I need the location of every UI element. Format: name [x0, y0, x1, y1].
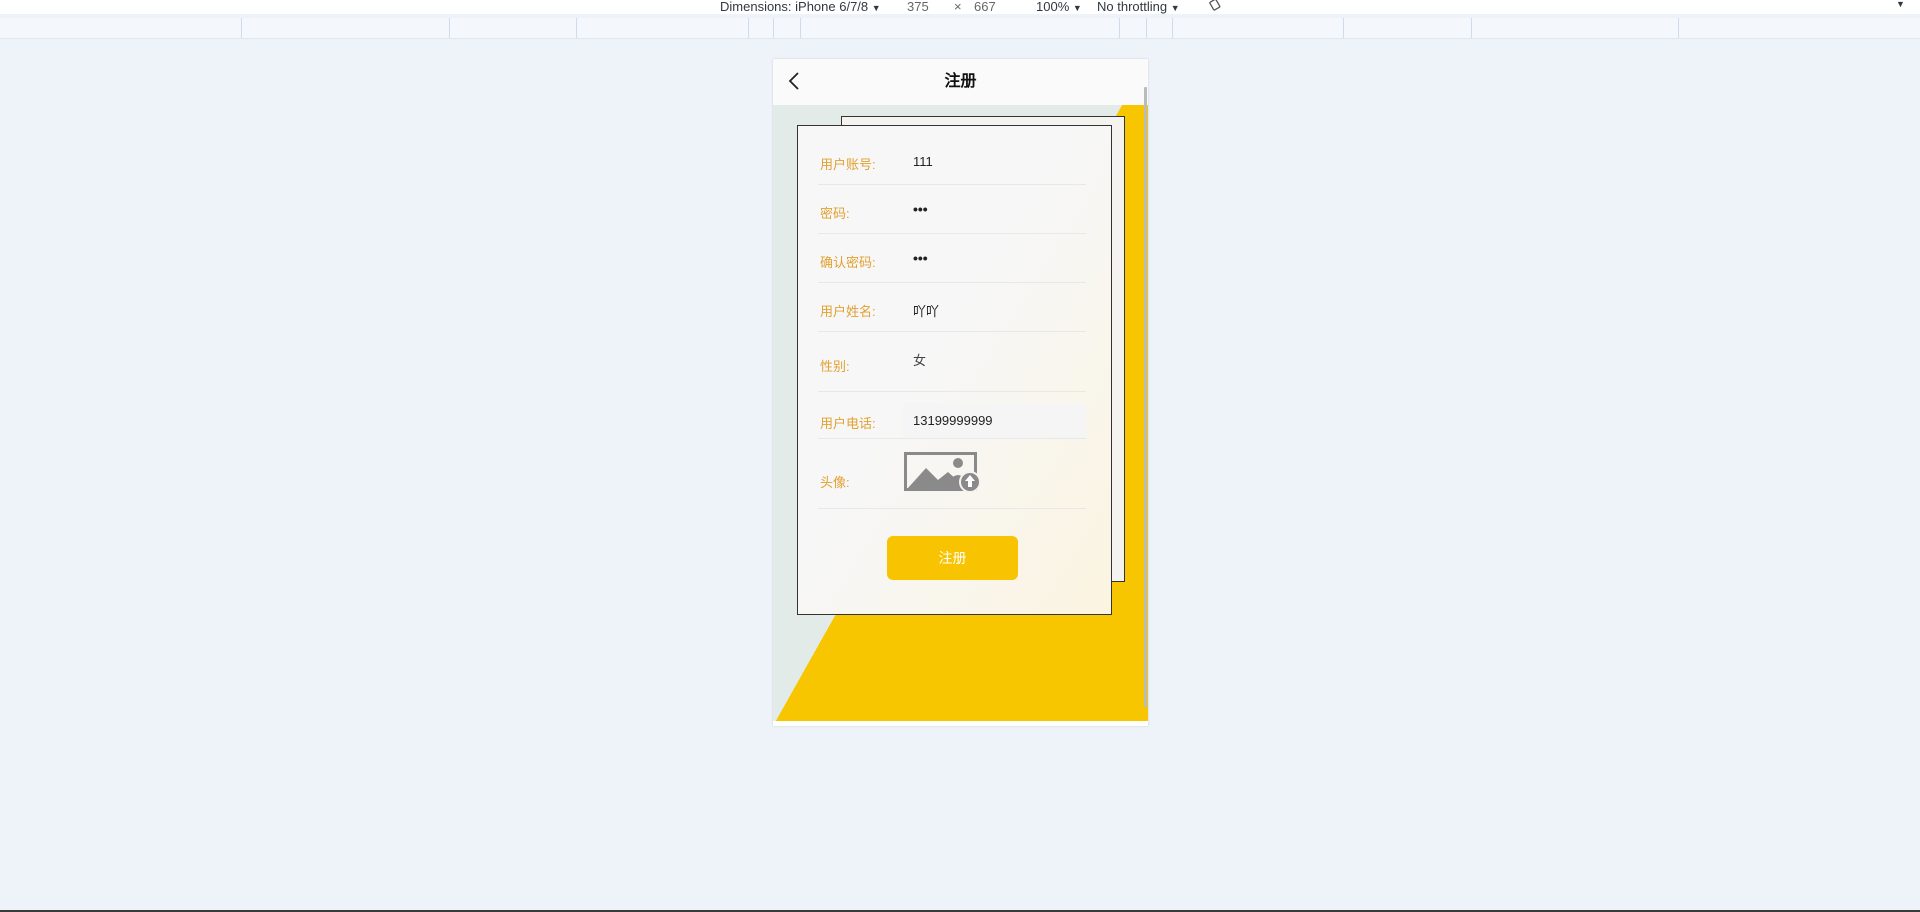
gender-label: 性别:: [820, 359, 850, 374]
viewport-width-input[interactable]: 375: [907, 0, 929, 14]
name-row: 用户姓名: 吖吖: [818, 287, 1086, 332]
phone-field[interactable]: 13199999999: [903, 403, 1086, 438]
image-upload-icon[interactable]: [904, 452, 984, 494]
devtools-device-toolbar: Dimensions: iPhone 6/7/8 ▼ 375 × 667 100…: [0, 0, 1920, 14]
account-label: 用户账号:: [820, 157, 876, 172]
account-input[interactable]: 111: [913, 154, 933, 169]
phone-row: 用户电话: 13199999999: [818, 403, 1086, 439]
gender-row: 性别: 女: [818, 336, 1086, 392]
times-sign: ×: [954, 0, 962, 14]
media-query-ruler: [0, 18, 1920, 39]
bottom-strip: [773, 721, 1148, 726]
phone-input[interactable]: 13199999999: [913, 413, 993, 428]
device-dimensions-select[interactable]: Dimensions: iPhone 6/7/8 ▼: [720, 0, 881, 14]
more-options-caret-icon[interactable]: ▼: [1896, 0, 1905, 9]
name-label: 用户姓名:: [820, 304, 876, 319]
avatar-row: 头像:: [818, 450, 1086, 509]
scrollbar[interactable]: [1144, 87, 1147, 707]
password-input[interactable]: •••: [913, 201, 928, 217]
page-title: 注册: [944, 73, 977, 90]
dropdown-caret-icon: ▼: [871, 3, 881, 13]
dropdown-caret-icon: ▼: [1072, 3, 1082, 13]
phone-label: 用户电话:: [820, 416, 876, 431]
rotate-icon[interactable]: [1208, 0, 1222, 11]
password-row: 密码: •••: [818, 189, 1086, 234]
zoom-select[interactable]: 100% ▼: [1036, 0, 1082, 14]
confirm-password-label: 确认密码:: [820, 255, 876, 270]
dropdown-caret-icon: ▼: [1170, 3, 1180, 13]
name-input[interactable]: 吖吖: [913, 301, 939, 320]
confirm-password-row: 确认密码: •••: [818, 238, 1086, 283]
nav-bar: 注册: [773, 59, 1148, 105]
gender-select[interactable]: 女: [913, 350, 926, 369]
avatar-label: 头像:: [820, 475, 850, 490]
device-viewport: 注册 用户账号: 111 密码: ••• 确认密码: ••• 用户姓名: 吖吖 …: [773, 59, 1148, 726]
register-form-card: 用户账号: 111 密码: ••• 确认密码: ••• 用户姓名: 吖吖 性别:…: [797, 125, 1112, 615]
viewport-height-input[interactable]: 667: [974, 0, 996, 14]
register-button[interactable]: 注册: [887, 536, 1018, 580]
throttling-select[interactable]: No throttling ▼: [1097, 0, 1180, 14]
account-row: 用户账号: 111: [818, 140, 1086, 185]
confirm-password-input[interactable]: •••: [913, 250, 928, 266]
password-label: 密码:: [820, 206, 850, 221]
